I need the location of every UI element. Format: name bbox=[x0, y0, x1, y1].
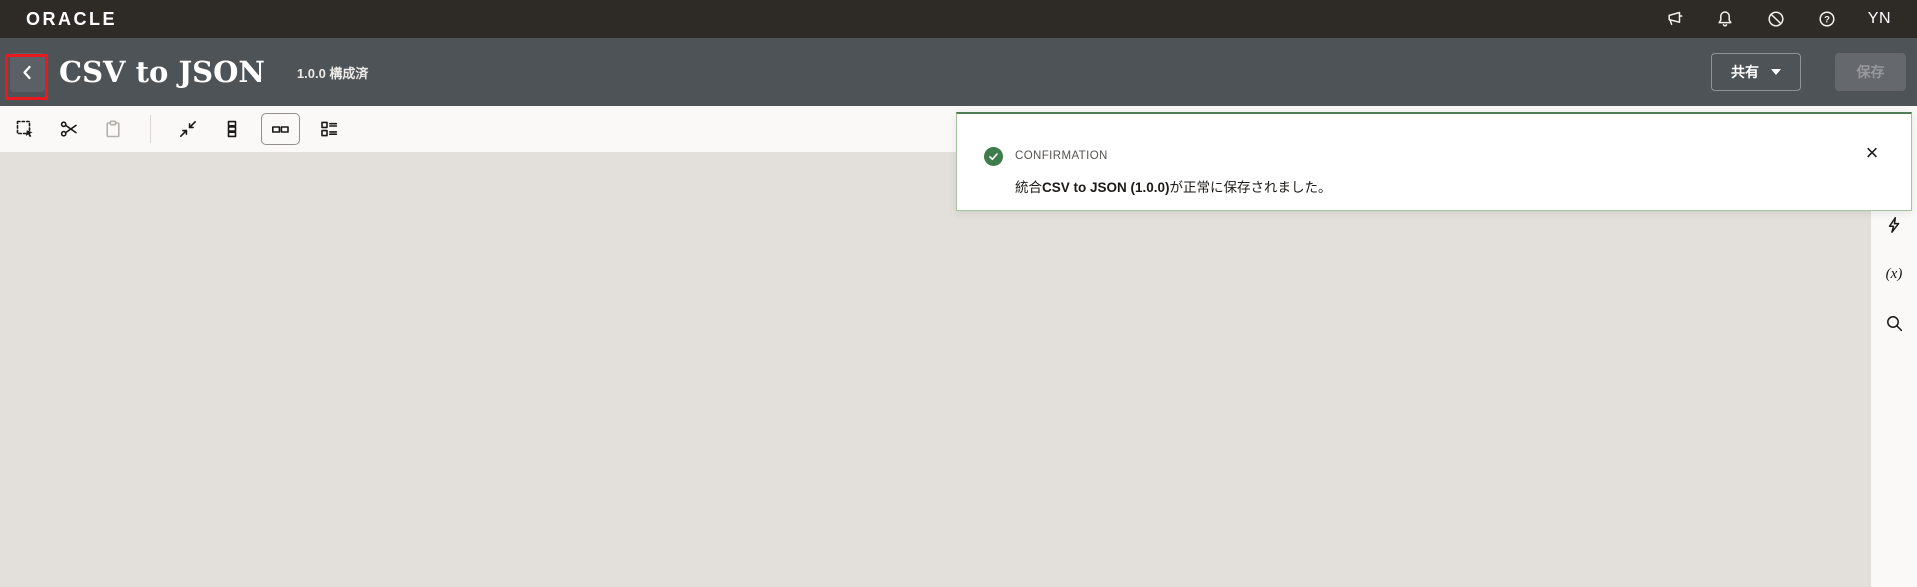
back-button[interactable] bbox=[10, 53, 45, 92]
confirmation-toast: CONFIRMATION 統合CSV to JSON (1.0.0)が正常に保存… bbox=[956, 112, 1912, 211]
close-icon[interactable]: × bbox=[1859, 140, 1885, 166]
layout-list-icon[interactable] bbox=[314, 114, 344, 144]
save-button[interactable]: 保存 bbox=[1835, 53, 1906, 91]
oracle-logo: ORACLE bbox=[26, 9, 117, 30]
variables-icon[interactable]: (x) bbox=[1883, 263, 1905, 285]
toast-message-suffix: が正常に保存されました。 bbox=[1170, 180, 1332, 195]
header-actions: 共有 保存 bbox=[1711, 53, 1911, 91]
paste-icon[interactable] bbox=[98, 114, 128, 144]
cut-icon[interactable] bbox=[54, 114, 84, 144]
run-icon[interactable] bbox=[1883, 214, 1905, 236]
success-check-icon bbox=[984, 147, 1003, 166]
share-button-label: 共有 bbox=[1731, 62, 1759, 82]
layout-vertical-icon[interactable] bbox=[217, 114, 247, 144]
svg-text:?: ? bbox=[1824, 14, 1830, 25]
toast-message: 統合CSV to JSON (1.0.0)が正常に保存されました。 bbox=[1015, 176, 1332, 196]
layout-horizontal-icon[interactable] bbox=[261, 113, 300, 145]
topbar-actions: ? YN bbox=[1664, 9, 1891, 29]
help-icon[interactable]: ? bbox=[1817, 9, 1837, 29]
toast-message-integration-name: CSV to JSON (1.0.0) bbox=[1042, 180, 1170, 195]
user-avatar[interactable]: YN bbox=[1868, 10, 1891, 28]
flow-canvas[interactable]: スケジュール マップ ReadCSV bbox=[0, 152, 1917, 587]
toolbar-divider bbox=[150, 115, 151, 143]
toast-message-prefix: 統合 bbox=[1015, 180, 1042, 195]
announcements-icon[interactable] bbox=[1664, 9, 1684, 29]
chevron-left-icon bbox=[18, 63, 37, 82]
chevron-down-icon bbox=[1771, 69, 1781, 75]
canvas-side-rail: (x) bbox=[1870, 152, 1917, 587]
version-status-badge: 1.0.0 構成済 bbox=[297, 63, 369, 82]
search-icon[interactable] bbox=[1883, 312, 1905, 334]
integration-header: CSV to JSON 1.0.0 構成済 共有 保存 bbox=[0, 38, 1917, 106]
share-button[interactable]: 共有 bbox=[1711, 53, 1801, 91]
page-title: CSV to JSON bbox=[59, 55, 265, 89]
toast-title: CONFIRMATION bbox=[1015, 150, 1108, 162]
notifications-icon[interactable] bbox=[1715, 9, 1735, 29]
availability-icon[interactable] bbox=[1766, 9, 1786, 29]
marquee-select-icon[interactable] bbox=[10, 114, 40, 144]
top-app-bar: ORACLE ? YN bbox=[0, 0, 1917, 38]
collapse-nodes-icon[interactable] bbox=[173, 114, 203, 144]
